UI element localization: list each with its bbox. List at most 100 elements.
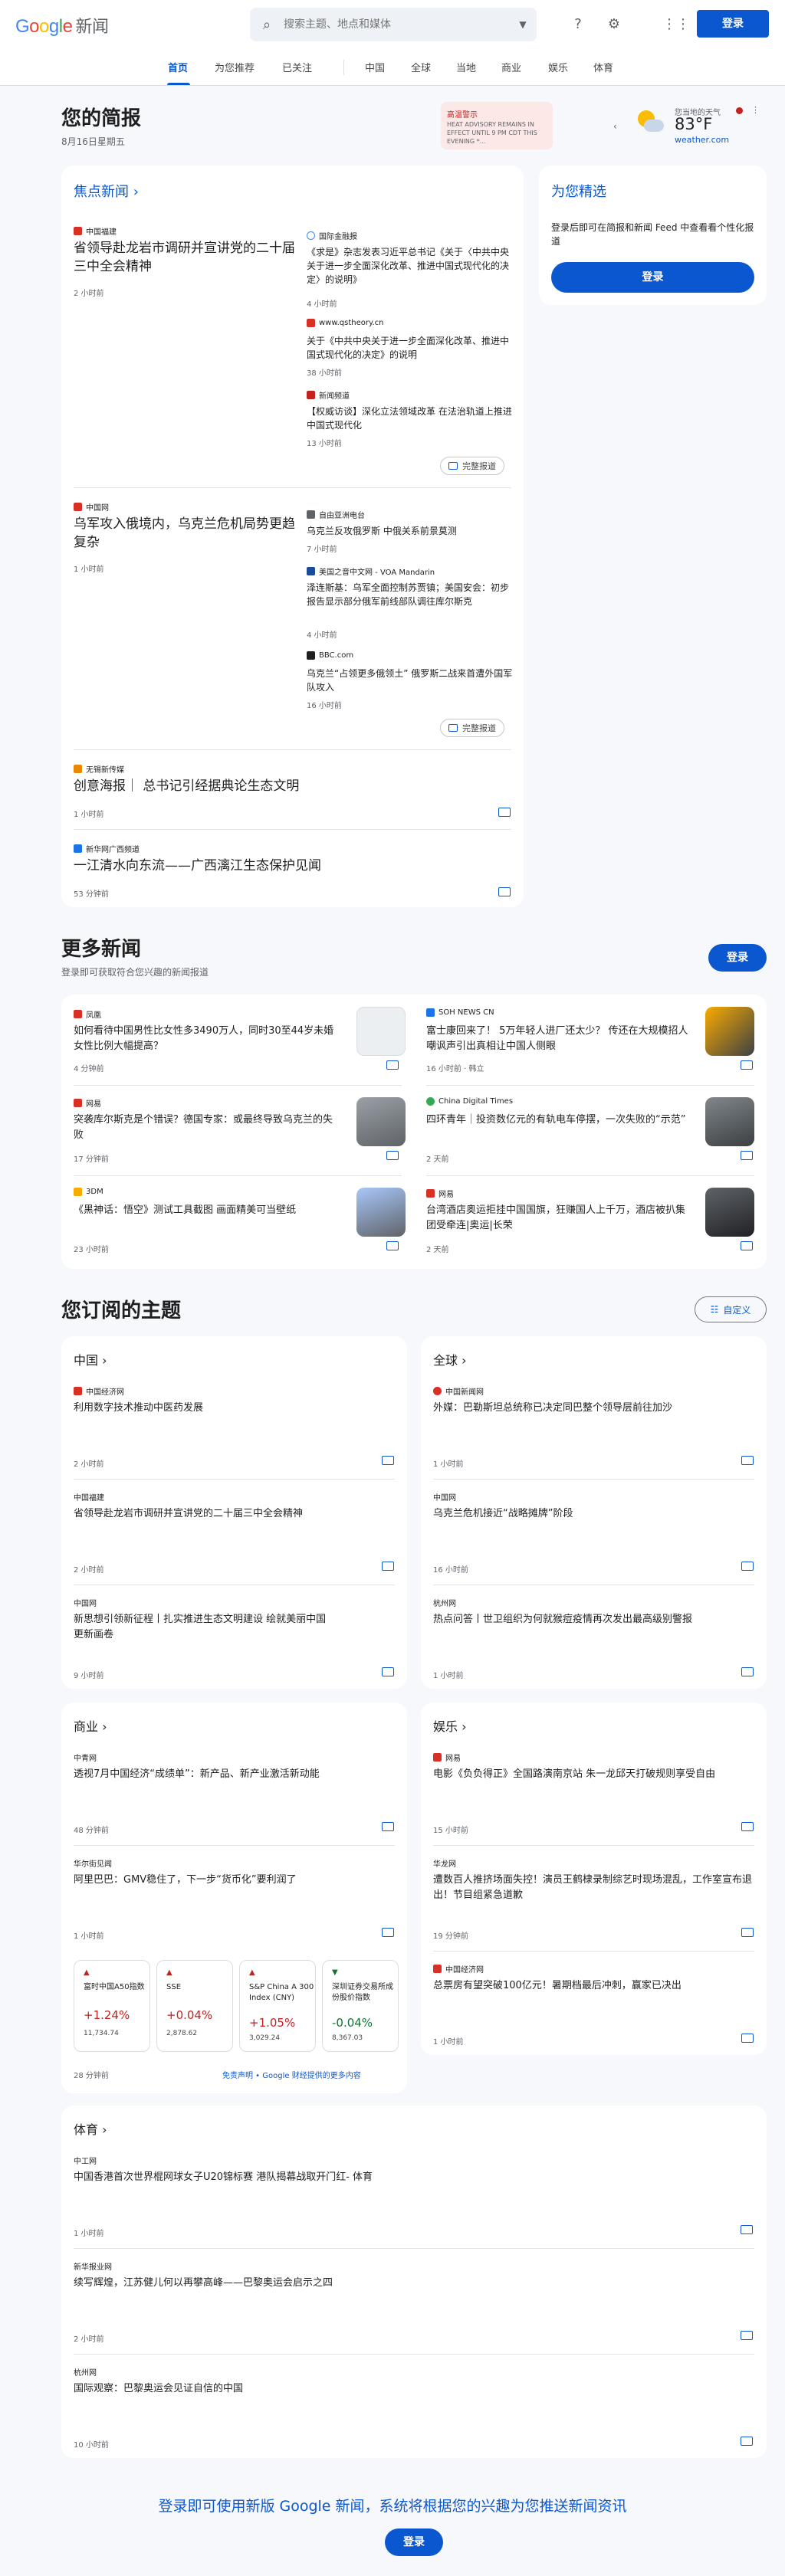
tab-entertainment[interactable]: 娱乐: [548, 60, 568, 74]
heat-alert[interactable]: 高温警示 HEAT ADVISORY REMAINS IN EFFECT UNT…: [441, 102, 553, 149]
topic-title[interactable]: 中国 ›: [74, 1350, 107, 1368]
tab-business[interactable]: 商业: [501, 60, 521, 74]
search-icon[interactable]: ⌕: [250, 17, 284, 33]
story-headline[interactable]: 国际观察：巴黎奥运会见证自信的中国: [74, 2381, 733, 2397]
tab-world[interactable]: 全球: [411, 60, 431, 74]
story-headline[interactable]: 突袭库尔斯克是个错误？德国专家：或最终导致乌克兰的失败: [74, 1113, 342, 1143]
google-news-logo[interactable]: Google 新闻: [15, 13, 109, 38]
full-coverage-icon[interactable]: [386, 1151, 399, 1160]
full-coverage-icon[interactable]: [741, 2437, 753, 2446]
tab-following[interactable]: 已关注: [282, 60, 312, 74]
topic-title[interactable]: 商业 ›: [74, 1716, 107, 1735]
story-thumbnail[interactable]: [705, 1188, 754, 1237]
story-headline[interactable]: 中国香港首次世界棍网球女子U20锦标赛 港队揭幕战取开门红- 体育: [74, 2170, 733, 2185]
story-headline[interactable]: 泽连斯基：乌军全面控制苏贾镇；美国安会：初步报告显示部分俄军前线部队调往库尔斯克: [307, 581, 514, 608]
gear-icon[interactable]: ⚙: [605, 15, 623, 34]
story-headline[interactable]: 《黑神话：悟空》测试工具截图 画面精美可当壁纸: [74, 1203, 342, 1218]
story-headline[interactable]: 省领导赴龙岩市调研并宣讲党的二十届三中全会精神: [74, 1506, 380, 1522]
stock-card[interactable]: ▲ SSE +0.04% 2,878.62: [156, 1960, 233, 2052]
help-icon[interactable]: ?: [569, 15, 587, 34]
full-coverage-icon[interactable]: [498, 887, 511, 896]
picks-signin-button[interactable]: 登录: [551, 262, 754, 293]
full-coverage-icon[interactable]: [741, 2034, 754, 2043]
story-thumbnail[interactable]: [356, 1188, 406, 1237]
story-headline[interactable]: 透视7月中国经济“成绩单”：新产品、新产业激活新动能: [74, 1767, 396, 1782]
story-headline[interactable]: 新思想引领新征程丨扎实推进生态文明建设 绘就美丽中国更新画卷: [74, 1612, 334, 1643]
picks-title: 为您精选: [551, 184, 606, 200]
tab-sports[interactable]: 体育: [593, 60, 613, 74]
story-headline[interactable]: 《求是》杂志发表习近平总书记《关于〈中共中央关于进一步全面深化改革、推进中国式现…: [307, 245, 514, 287]
full-coverage-icon[interactable]: [741, 1822, 754, 1831]
story-thumbnail[interactable]: [356, 1007, 406, 1056]
topic-title[interactable]: 体育 ›: [74, 2119, 107, 2138]
story-headline[interactable]: 遭数百人推挤场面失控！演员王鹤棣录制综艺时现场混乱，工作室宣布退出！节目组紧急道…: [433, 1873, 755, 1903]
story-time: 2 小时前: [74, 1460, 104, 1469]
full-coverage-icon[interactable]: [741, 1151, 753, 1160]
topic-title[interactable]: 全球 ›: [433, 1350, 467, 1368]
tab-local[interactable]: 当地: [456, 60, 476, 74]
full-coverage-icon[interactable]: [741, 2225, 753, 2234]
full-coverage-icon[interactable]: [382, 1822, 394, 1831]
full-coverage-icon[interactable]: [386, 1241, 399, 1250]
story-headline[interactable]: 【权威访谈】深化立法领域改革 在法治轨道上推进中国式现代化: [307, 405, 514, 432]
story-headline[interactable]: 省领导赴龙岩市调研并宣讲党的二十届三中全会精神: [74, 239, 296, 276]
story-headline[interactable]: 乌克兰反攻俄罗斯 中俄关系前景莫测: [307, 524, 514, 538]
tab-home[interactable]: 首页: [168, 60, 188, 74]
full-coverage-icon[interactable]: [382, 1928, 394, 1937]
search-box[interactable]: ⌕ ▼: [250, 8, 537, 41]
tab-for-you[interactable]: 为您推荐: [215, 60, 255, 74]
full-coverage-icon[interactable]: [741, 1060, 753, 1070]
story-headline[interactable]: 外媒：巴勒斯坦总统称已决定同巴整个领导层前往加沙: [433, 1401, 755, 1416]
full-coverage-icon[interactable]: [382, 1456, 394, 1465]
full-coverage-icon[interactable]: [498, 808, 511, 817]
customize-button[interactable]: ☷ 自定义: [695, 1296, 767, 1322]
story-thumbnail[interactable]: [356, 1097, 406, 1146]
chevron-down-icon[interactable]: ▼: [509, 19, 537, 30]
story-headline[interactable]: 创意海报｜ 总书记引经据典论生态文明: [74, 777, 472, 795]
full-coverage-button[interactable]: 完整报道: [440, 719, 504, 737]
full-coverage-icon[interactable]: [382, 1562, 394, 1571]
full-coverage-icon[interactable]: [741, 2331, 753, 2340]
full-coverage-icon[interactable]: [741, 1928, 754, 1937]
story-thumbnail[interactable]: [705, 1097, 754, 1146]
story-thumbnail[interactable]: [705, 1007, 754, 1056]
story-headline[interactable]: 台湾酒店奥运拒挂中国国旗，狂赚国人上千万，酒店被扒集团受牵连|奥运|长荣: [426, 1203, 695, 1234]
full-coverage-icon[interactable]: [741, 1562, 754, 1571]
story-headline[interactable]: 如何看待中国男性比女性多3490万人，同时30至44岁未婚女性比例大幅提高？: [74, 1024, 342, 1054]
story-headline[interactable]: 热点问答丨世卫组织为何就猴痘疫情再次发出最高级别警报: [433, 1612, 755, 1627]
story-source: 中国经济网: [433, 1963, 484, 1975]
story-headline[interactable]: 乌克兰“占领更多俄领土” 俄罗斯二战来首遭外国军队攻入: [307, 667, 514, 694]
stock-card[interactable]: ▲ 富时中国A50指数 +1.24% 11,734.74: [74, 1960, 150, 2052]
more-news-signin-button[interactable]: 登录: [708, 944, 767, 972]
finance-disclaimer-link[interactable]: 免责声明 • Google 财经提供的更多内容: [222, 2069, 361, 2080]
story-headline[interactable]: 乌军攻入俄境内，乌克兰危机局势更趋复杂: [74, 515, 296, 552]
story-headline[interactable]: 关于《中共中央关于进一步全面深化改革、推进中国式现代化的决定》的说明: [307, 334, 514, 362]
story-headline[interactable]: 四环青年｜投资数亿元的有轨电车停摆，一次失败的“示范”: [426, 1113, 695, 1128]
full-coverage-icon[interactable]: [382, 1667, 394, 1676]
full-coverage-icon[interactable]: [741, 1456, 754, 1465]
full-coverage-icon[interactable]: [386, 1060, 399, 1070]
full-coverage-button[interactable]: 完整报道: [440, 457, 504, 475]
search-input[interactable]: [284, 18, 509, 31]
story-headline[interactable]: 富士康回来了！ 5万年轻人进厂还太少？ 传还在大规模招人 嘲讽声引出真相让中国人…: [426, 1024, 695, 1054]
stock-card[interactable]: ▼ 深圳证券交易所成份股价指数 -0.04% 8,367.03: [322, 1960, 399, 2052]
story-headline[interactable]: 乌克兰危机接近“战略摊牌”阶段: [433, 1506, 755, 1522]
chevron-left-icon[interactable]: ‹: [613, 121, 617, 132]
stock-card[interactable]: ▲ S&P China A 300 Index (CNY) +1.05% 3,0…: [239, 1960, 316, 2052]
full-coverage-icon[interactable]: [741, 1667, 754, 1676]
weather-source[interactable]: weather.com: [675, 135, 729, 145]
full-coverage-icon[interactable]: [741, 1241, 753, 1250]
apps-grid-icon[interactable]: ⋮⋮: [662, 15, 690, 34]
story-headline[interactable]: 利用数字技术推动中医药发展: [74, 1401, 380, 1416]
top-stories-title[interactable]: 焦点新闻 ›: [74, 181, 139, 201]
story-headline[interactable]: 续写辉煌，江苏健儿何以再攀高峰——巴黎奥运会启示之四: [74, 2276, 733, 2291]
story-headline[interactable]: 电影《负负得正》全国路演南京站 朱一龙邱天打破规则享受自由: [433, 1767, 755, 1782]
story-headline[interactable]: 阿里巴巴：GMV稳住了，下一步“货币化”要利润了: [74, 1873, 396, 1888]
topic-title[interactable]: 娱乐 ›: [433, 1716, 467, 1735]
signin-button[interactable]: 登录: [697, 10, 769, 38]
more-vert-icon[interactable]: ⋮: [751, 105, 760, 115]
footer-signin-button[interactable]: 登录: [385, 2528, 443, 2556]
tab-china[interactable]: 中国: [365, 60, 385, 74]
story-headline[interactable]: 总票房有望突破100亿元！暑期档最后冲刺，赢家已决出: [433, 1978, 755, 1994]
story-headline[interactable]: 一江清水向东流——广西漓江生态保护见闻: [74, 857, 472, 875]
